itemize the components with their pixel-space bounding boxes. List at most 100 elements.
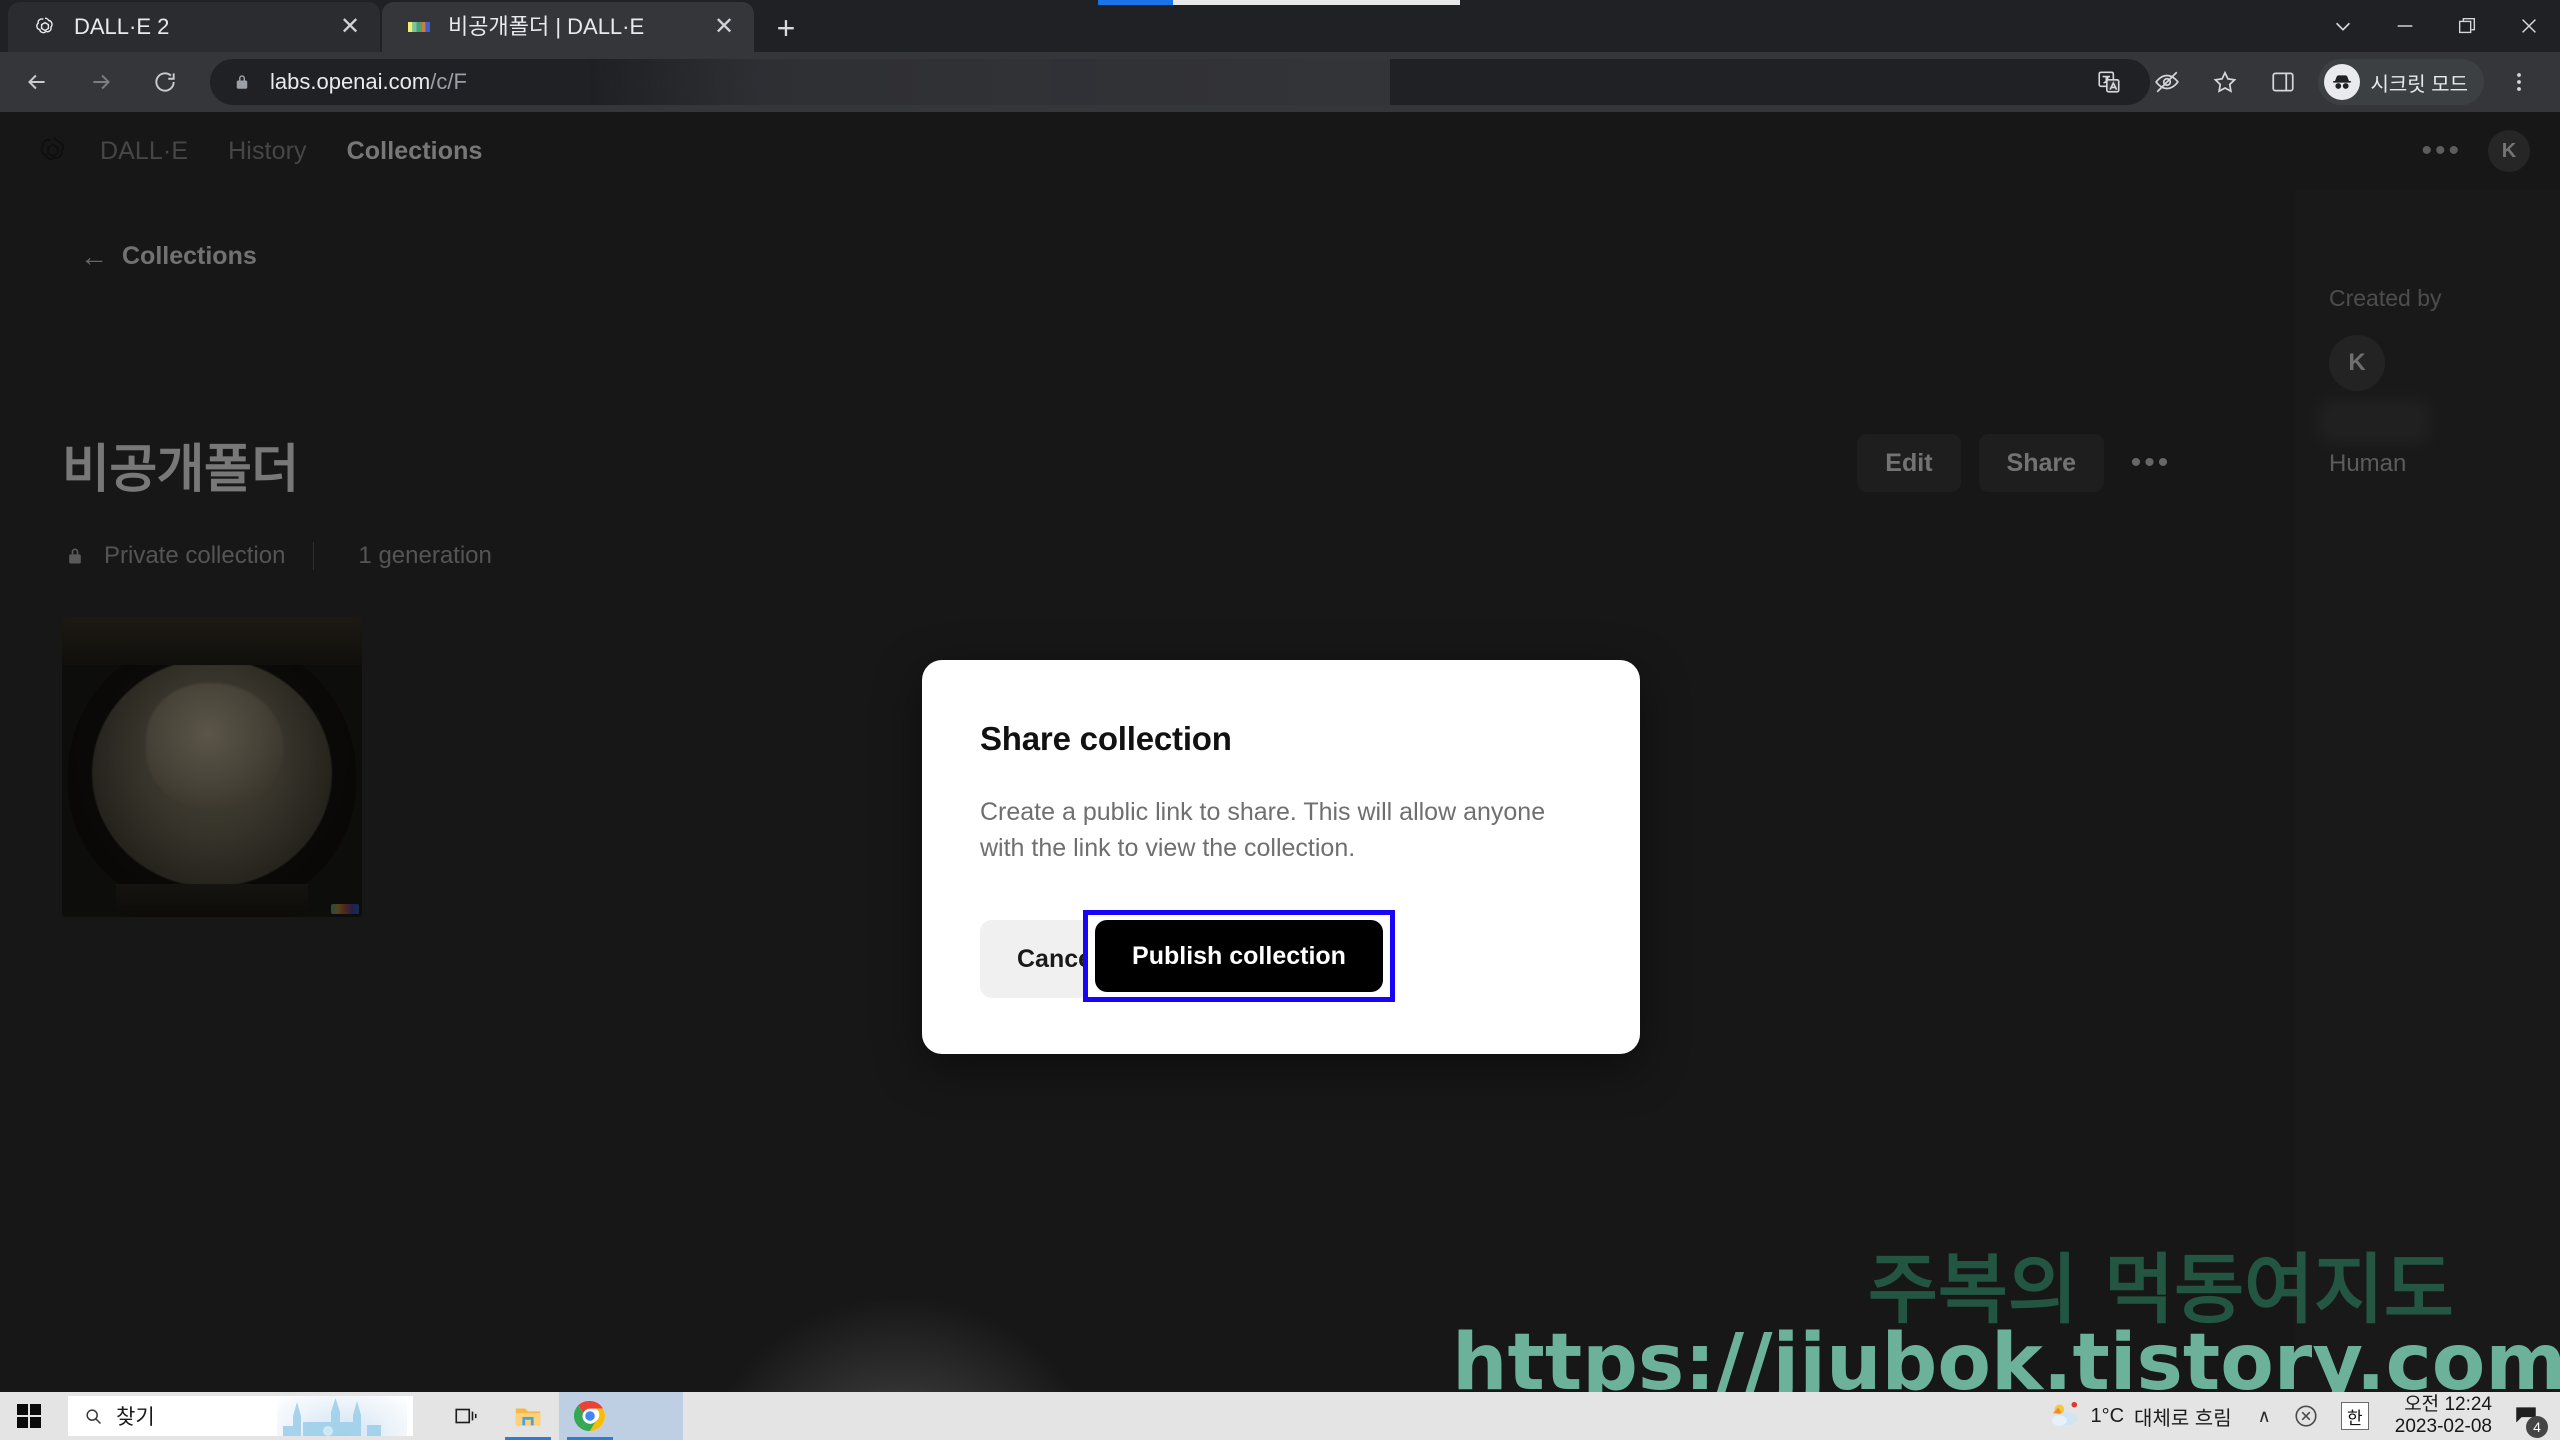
avatar: K [2329, 335, 2385, 391]
share-button[interactable]: Share [1979, 434, 2104, 492]
three-dot-menu-icon[interactable]: ••• [2421, 142, 2462, 160]
windows-logo-icon [17, 1404, 41, 1428]
clock-time: 오전 12:24 [2404, 1394, 2492, 1416]
incognito-label: 시크릿 모드 [2370, 68, 2468, 97]
url-host: labs.openai.com [270, 69, 430, 94]
edit-button[interactable]: Edit [1857, 434, 1960, 492]
tab-strip: DALL·E 2 ✕ 비공개폴더 | DALL·E ✕ + [0, 0, 2560, 52]
lock-icon [62, 543, 88, 569]
address-bar[interactable]: labs.openai.com/c/F [210, 59, 2150, 105]
close-icon[interactable]: ✕ [708, 11, 740, 43]
new-tab-button[interactable]: + [766, 8, 806, 48]
header-right: ••• K [2421, 130, 2530, 172]
created-by-label: Created by [2329, 285, 2442, 312]
dalle-watermark-badge [331, 904, 359, 914]
browser-tab-collection[interactable]: 비공개폴더 | DALL·E ✕ [382, 2, 754, 52]
avatar[interactable]: K [2488, 130, 2530, 172]
notification-count-badge: 4 [2526, 1416, 2548, 1438]
dalle-gradient-icon [406, 14, 432, 40]
collection-actions: Edit Share ••• [1857, 434, 2180, 492]
tab-title: DALL·E 2 [74, 14, 334, 40]
tab-title: 비공개폴더 | DALL·E [448, 14, 708, 40]
maximize-icon[interactable] [2436, 0, 2498, 52]
forward-arrow-icon[interactable] [74, 55, 128, 109]
system-tray: 1°C 대체로 흐림 ∧ 한 오전 12:24 2023-02-08 4 [2050, 1392, 2560, 1440]
start-button[interactable] [0, 1392, 58, 1440]
share-collection-dialog: Share collection Create a public link to… [922, 660, 1640, 1054]
back-to-collections-link[interactable]: ← Collections [80, 242, 257, 271]
url-blur-overlay [590, 59, 1390, 105]
task-view-icon[interactable] [435, 1392, 497, 1440]
ime-indicator[interactable]: 한 [2341, 1402, 2369, 1430]
back-arrow-icon: ← [80, 243, 108, 271]
incognito-icon [2324, 64, 2360, 100]
incognito-profile-button[interactable]: 시크릿 모드 [2318, 59, 2484, 105]
clock[interactable]: 오전 12:24 2023-02-08 [2395, 1394, 2492, 1439]
generation-thumbnail[interactable] [62, 617, 362, 917]
dialog-actions: Cancel Publish collection [980, 918, 1584, 1000]
taskbar-apps [435, 1392, 683, 1440]
toolbar-icons: 시크릿 모드 [2080, 56, 2548, 108]
blurred-username [2319, 400, 2429, 442]
notification-center-button[interactable]: 4 [2506, 1396, 2546, 1436]
chevron-up-icon[interactable]: ∧ [2258, 1406, 2271, 1427]
chrome-icon[interactable] [559, 1392, 621, 1440]
privacy-label: Private collection [104, 542, 285, 570]
lock-icon [230, 73, 254, 91]
dialog-body-text: Create a public link to share. This will… [980, 795, 1580, 866]
search-illustration [277, 1396, 407, 1436]
close-icon[interactable] [2498, 0, 2560, 52]
nav-link-dalle[interactable]: DALL·E [100, 137, 188, 166]
food-bowl-image [62, 617, 362, 917]
generic-window-icon[interactable] [621, 1392, 683, 1440]
publish-button-highlight-box: Publish collection [1083, 910, 1395, 1002]
page-title: 비공개폴더 [62, 427, 299, 502]
three-dot-menu-icon[interactable] [2493, 56, 2545, 108]
generation-count: 1 generation [358, 542, 491, 570]
url-path: /c/F [430, 69, 467, 94]
collection-meta: Private collection 1 generation [62, 542, 492, 570]
openai-logo-icon[interactable] [34, 132, 72, 170]
publish-collection-button[interactable]: Publish collection [1095, 920, 1383, 992]
search-placeholder: 찾기 [116, 1401, 155, 1431]
star-icon[interactable] [2199, 56, 2251, 108]
screen-root: DALL·E 2 ✕ 비공개폴더 | DALL·E ✕ + [0, 0, 2560, 1440]
back-arrow-icon[interactable] [10, 55, 64, 109]
tab-search-icon[interactable] [2312, 0, 2374, 52]
reload-icon[interactable] [138, 55, 192, 109]
translate-icon[interactable] [2083, 56, 2135, 108]
onedrive-error-icon[interactable] [2293, 1403, 2319, 1429]
side-panel-icon[interactable] [2257, 56, 2309, 108]
chrome-browser-window: DALL·E 2 ✕ 비공개폴더 | DALL·E ✕ + [0, 0, 2560, 1410]
weather-widget[interactable]: 1°C 대체로 흐림 [2050, 1401, 2231, 1432]
weather-description: 대체로 흐림 [2134, 1402, 2232, 1431]
meta-divider [313, 542, 314, 570]
more-options-icon[interactable]: ••• [2122, 434, 2180, 492]
search-icon [80, 1406, 106, 1426]
url-text: labs.openai.com/c/F [270, 69, 467, 95]
back-link-label: Collections [122, 242, 257, 271]
eye-off-icon[interactable] [2141, 56, 2193, 108]
minimize-icon[interactable] [2374, 0, 2436, 52]
file-explorer-icon[interactable] [497, 1392, 559, 1440]
browser-tab-dalle2[interactable]: DALL·E 2 ✕ [8, 2, 380, 52]
page-load-progress-bar [1098, 0, 1460, 5]
clock-date: 2023-02-08 [2395, 1416, 2492, 1438]
close-icon[interactable]: ✕ [334, 11, 366, 43]
browser-toolbar: labs.openai.com/c/F [0, 52, 2560, 112]
openai-logo-icon [32, 14, 58, 40]
dalle-collection-page: Created by K Human DALL·E History Collec… [0, 112, 2560, 1410]
progress-fill [1098, 0, 1173, 5]
weather-temperature: 1°C [2090, 1405, 2124, 1428]
dialog-title: Share collection [980, 720, 1232, 758]
window-controls [2312, 0, 2560, 52]
weather-icon [2050, 1401, 2080, 1432]
site-nav: DALL·E History Collections [100, 137, 522, 166]
castle-illustration-icon [279, 1396, 399, 1436]
nav-link-history[interactable]: History [228, 137, 306, 166]
nav-link-collections[interactable]: Collections [347, 137, 483, 166]
site-header: DALL·E History Collections ••• K [0, 112, 2560, 190]
search-input[interactable]: 찾기 [68, 1396, 413, 1436]
creator-role: Human [2329, 450, 2406, 478]
windows-taskbar: 찾기 [0, 1392, 2560, 1440]
